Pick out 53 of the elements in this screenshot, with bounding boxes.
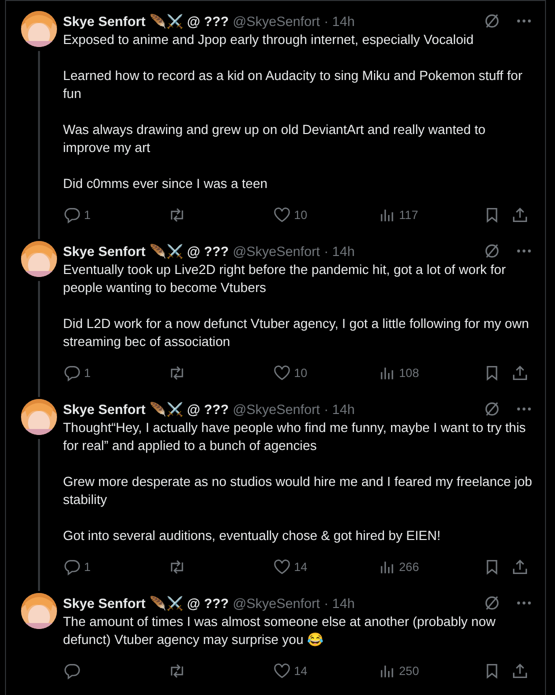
view-count: 266	[399, 560, 420, 574]
tweet-text: Exposed to anime and Jpop early through internet, especially Vocaloid	[63, 31, 475, 49]
reply-icon[interactable]	[63, 206, 81, 224]
like-count: 10	[294, 366, 308, 380]
like-count: 14	[294, 664, 308, 678]
reply-count: 1	[84, 560, 91, 574]
repost-icon[interactable]	[168, 364, 186, 382]
heart-icon[interactable]	[273, 662, 291, 680]
heart-icon[interactable]	[273, 364, 291, 382]
tweet-text: Thought“Hey, I actually have people who find me funny, maybe I want to try this for real” and applied to a bunch of agencies	[63, 419, 527, 455]
reply-count: 1	[84, 208, 91, 222]
tweet-text: Grew more desperate as no studios would hire me and I feared my freelance job stability	[63, 473, 533, 509]
reply-count: 1	[84, 366, 91, 380]
author-name[interactable]: Skye Senfort 🪶⚔ @ ???	[63, 401, 229, 417]
tweet-text: Did L2D work for a now defunct Vtuber agency, I got a little following for my own streaming bec of association	[63, 315, 530, 351]
share-icon[interactable]	[511, 558, 529, 576]
tweet-text: Did c0mms ever since I was a teen	[63, 175, 268, 193]
author-name[interactable]: Skye Senfort 🪶⚔ @ ???	[63, 595, 229, 611]
timestamp[interactable]: · 14h	[324, 14, 355, 28]
reply-icon[interactable]	[63, 558, 81, 576]
timestamp[interactable]: · 14h	[324, 402, 355, 416]
author-name[interactable]: Skye Senfort 🪶⚔ @ ???	[63, 13, 229, 29]
timestamp[interactable]: · 14h	[324, 244, 355, 258]
reply-icon[interactable]	[63, 662, 81, 680]
slashed-circle-icon[interactable]	[483, 400, 501, 418]
view-count: 250	[399, 664, 420, 678]
timestamp[interactable]: · 14h	[324, 596, 355, 610]
tweet-text: Eventually took up Live2D right before the pandemic hit, got a lot of work for people wanting to become Vtubers	[63, 261, 507, 297]
tweet-text: Was always drawing and grew up on old DeviantArt and really wanted to improve my art	[63, 121, 486, 157]
author-handle[interactable]: @SkyeSenfort	[232, 244, 320, 258]
heart-icon[interactable]	[273, 558, 291, 576]
author-handle[interactable]: @SkyeSenfort	[232, 14, 320, 28]
view-count: 117	[399, 208, 418, 222]
like-count: 14	[294, 560, 308, 574]
share-icon[interactable]	[511, 662, 529, 680]
heart-icon[interactable]	[273, 206, 291, 224]
share-icon[interactable]	[511, 206, 529, 224]
repost-icon[interactable]	[168, 206, 186, 224]
slashed-circle-icon[interactable]	[483, 242, 501, 260]
author-handle[interactable]: @SkyeSenfort	[232, 596, 320, 610]
author-handle[interactable]: @SkyeSenfort	[232, 402, 320, 416]
repost-icon[interactable]	[168, 662, 186, 680]
reply-icon[interactable]	[63, 364, 81, 382]
author-name[interactable]: Skye Senfort 🪶⚔ @ ???	[63, 243, 229, 259]
repost-icon[interactable]	[168, 558, 186, 576]
slashed-circle-icon[interactable]	[483, 594, 501, 612]
tweet-text: Learned how to record as a kid on Audacity to sing Miku and Pokemon stuff for fun	[63, 67, 524, 103]
slashed-circle-icon[interactable]	[483, 12, 501, 30]
tweet-text: Got into several auditions, eventually chose & got hired by EIEN!	[63, 527, 442, 545]
like-count: 10	[294, 208, 308, 222]
tweet-text: The amount of times I was almost someone else at another (probably now defunct) Vtuber agency may surprise you 😂	[63, 613, 496, 649]
share-icon[interactable]	[511, 364, 529, 382]
view-count: 108	[399, 366, 420, 380]
